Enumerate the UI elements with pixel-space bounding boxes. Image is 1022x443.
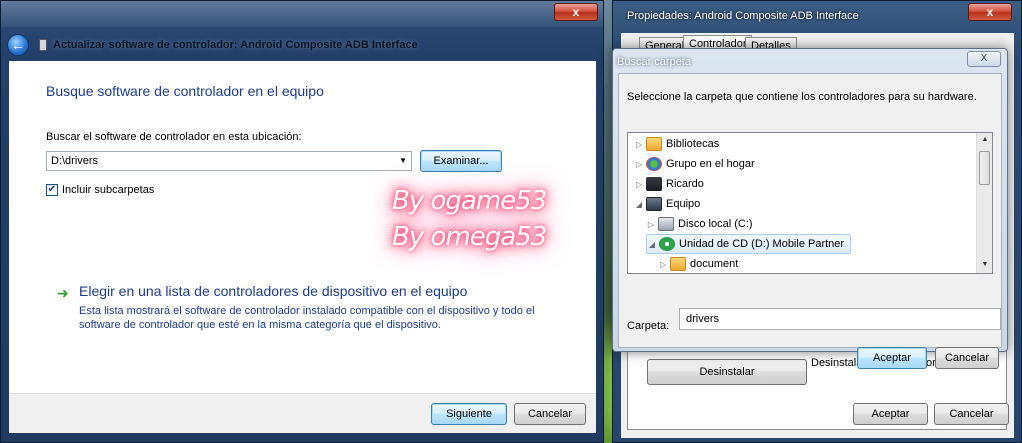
tree-item-label: Unidad de CD (D:) Mobile Partner <box>679 238 845 250</box>
tree-item-disco-local[interactable]: ▷ Disco local (C:) <box>646 214 753 234</box>
uninstall-button[interactable]: Desinstalar <box>647 359 807 385</box>
tree-item-label: Equipo <box>666 198 701 210</box>
include-subfolders-option[interactable]: ✔ Incluir subcarpetas <box>46 184 154 196</box>
dialog-description: Seleccione la carpeta que contiene los c… <box>627 91 977 103</box>
tree-item-label: Ricardo <box>666 178 704 190</box>
tree-item-label: Bibliotecas <box>666 138 720 150</box>
dialog-cancel-button[interactable]: Cancelar <box>935 347 999 369</box>
page-heading: Busque software de controlador en el equ… <box>46 83 324 99</box>
expand-arrow-icon[interactable]: ▷ <box>634 180 644 189</box>
cd-drive-icon <box>659 237 675 251</box>
properties-title: Propiedades: Android Composite ADB Inter… <box>627 10 859 22</box>
browse-folder-dialog: Buscar carpeta X Seleccione la carpeta q… <box>612 48 1008 369</box>
watermark-text-2: By omega53 <box>392 222 547 252</box>
location-label: Buscar el software de controlador en est… <box>46 131 302 143</box>
chevron-down-icon[interactable]: ▼ <box>399 152 407 170</box>
expand-arrow-icon[interactable]: ▷ <box>634 160 644 169</box>
browse-button[interactable]: Examinar... <box>420 150 502 172</box>
tree-item-ricardo[interactable]: ▷ Ricardo <box>634 174 704 194</box>
folder-label: Carpeta: <box>627 320 670 332</box>
tree-item-document[interactable]: ▷ document <box>658 254 739 273</box>
disk-icon <box>658 217 674 231</box>
scroll-thumb[interactable] <box>979 151 990 185</box>
properties-cancel-button[interactable]: Cancelar <box>934 403 1009 425</box>
folder-icon <box>670 257 686 271</box>
checkbox-checked-icon[interactable]: ✔ <box>46 184 58 196</box>
expand-arrow-icon[interactable]: ▷ <box>658 260 668 269</box>
tree-item-label: Grupo en el hogar <box>666 158 755 170</box>
dialog-body: Seleccione la carpeta que contiene los c… <box>618 73 1002 369</box>
watermark-text-1: By ogame53 <box>392 186 547 216</box>
wizard-footer: Siguiente Cancelar <box>9 393 596 433</box>
back-arrow-icon[interactable]: ← <box>7 34 29 56</box>
green-arrow-icon: ➜ <box>57 285 69 301</box>
folder-tree[interactable]: ▷ Bibliotecas ▷ Grupo en el hogar ▷ Rica… <box>627 132 993 274</box>
user-icon <box>646 177 662 191</box>
tree-item-label: document <box>690 258 739 270</box>
choose-link-title[interactable]: Elegir en una lista de controladores de … <box>79 283 467 299</box>
properties-close-button[interactable]: x <box>968 3 1012 21</box>
device-icon <box>39 39 47 51</box>
window-title: Actualizar software de controlador: Andr… <box>53 39 418 51</box>
close-button[interactable]: x <box>554 3 598 21</box>
scroll-up-icon[interactable]: ▲ <box>977 136 992 143</box>
dialog-close-button[interactable]: X <box>967 51 1001 67</box>
collapse-arrow-icon[interactable]: ◢ <box>647 240 657 249</box>
computer-icon <box>646 197 662 211</box>
tree-item-cd-drive[interactable]: ◢ Unidad de CD (D:) Mobile Partner <box>646 234 852 254</box>
expand-arrow-icon[interactable]: ▷ <box>634 140 644 149</box>
homegroup-icon <box>646 157 662 171</box>
folder-icon <box>646 137 662 151</box>
next-button[interactable]: Siguiente <box>431 403 507 425</box>
tree-item-equipo[interactable]: ◢ Equipo <box>634 194 700 214</box>
tree-item-label: Disco local (C:) <box>678 218 753 230</box>
tree-item-bibliotecas[interactable]: ▷ Bibliotecas <box>634 134 719 154</box>
collapse-arrow-icon[interactable]: ◢ <box>634 200 644 209</box>
dialog-title: Buscar carpeta <box>617 56 691 68</box>
location-combobox[interactable]: D:\drivers ▼ <box>46 151 412 171</box>
properties-accept-button[interactable]: Aceptar <box>853 403 928 425</box>
cancel-button[interactable]: Cancelar <box>514 403 586 425</box>
tree-scrollbar[interactable]: ▲ ▼ <box>976 133 992 273</box>
title-bar <box>1 1 603 27</box>
dialog-accept-button[interactable]: Aceptar <box>857 347 927 369</box>
expand-arrow-icon[interactable]: ▷ <box>646 220 656 229</box>
tree-item-grupo-hogar[interactable]: ▷ Grupo en el hogar <box>634 154 755 174</box>
navigation-bar: ← Actualizar software de controlador: An… <box>7 33 597 57</box>
folder-input[interactable]: drivers <box>679 308 1001 330</box>
choose-link-description: Esta lista mostrará el software de contr… <box>79 305 535 331</box>
location-value: D:\drivers <box>51 155 99 167</box>
scroll-down-icon[interactable]: ▼ <box>977 261 992 268</box>
include-subfolders-label: Incluir subcarpetas <box>62 184 155 196</box>
